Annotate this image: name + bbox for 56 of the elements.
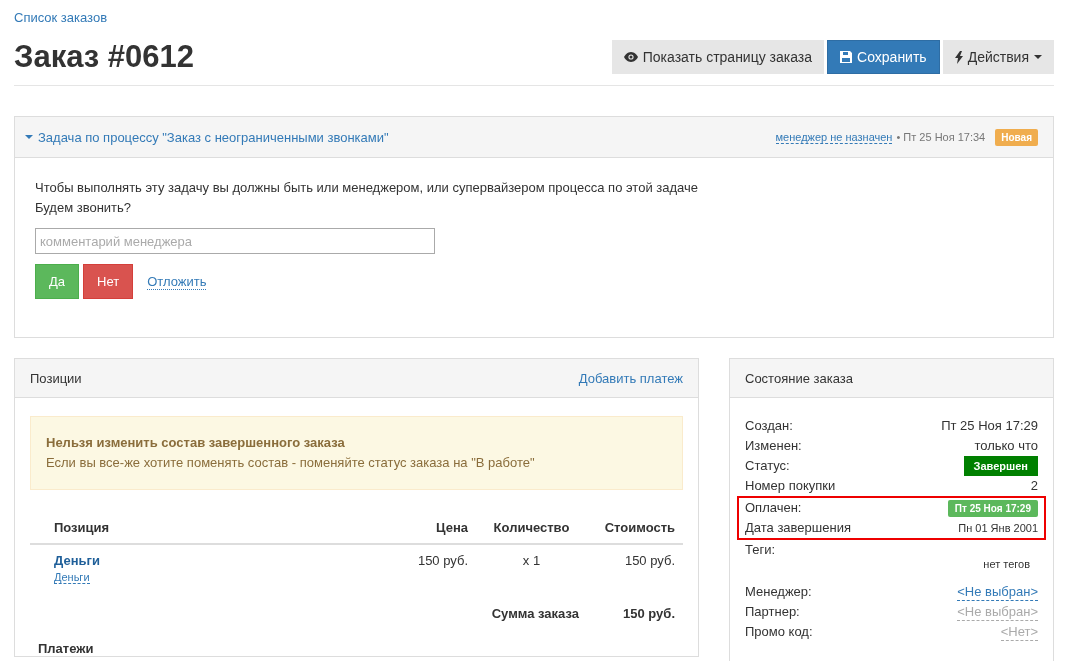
- page-title: Заказ #0612: [14, 39, 195, 75]
- column-header: Стоимость: [587, 512, 683, 544]
- item-variant-link[interactable]: Деньги: [54, 571, 90, 584]
- postpone-link[interactable]: Отложить: [137, 274, 207, 289]
- column-header: Количество: [476, 512, 587, 544]
- task-question: Будем звонить?: [35, 199, 133, 217]
- total-label: Сумма заказа: [490, 605, 580, 623]
- paid-date-badge: Пт 25 Ноя 17:29: [947, 499, 1038, 517]
- no-button[interactable]: Нет: [83, 264, 134, 299]
- add-payment-link[interactable]: Добавить платеж: [578, 370, 683, 386]
- status-label: Создан:: [745, 417, 793, 435]
- tags-value: нет тегов: [983, 557, 1030, 572]
- alert-title: Нельзя изменить состав завершенного заказа: [46, 434, 346, 452]
- column-header: Позиция: [30, 512, 390, 544]
- status-label: Дата завершения: [745, 519, 851, 537]
- caret-icon: [25, 135, 33, 139]
- view-page-button[interactable]: Показать страницу заказа: [611, 40, 825, 74]
- item-name-link[interactable]: Деньги: [54, 553, 382, 568]
- panel-title: Состояние заказа: [745, 370, 853, 386]
- status-label: Статус:: [745, 457, 790, 475]
- status-value: Пт 25 Ноя 17:29: [941, 417, 1038, 435]
- lightning-bolt-icon: [954, 50, 963, 64]
- payments-heading: Платежи: [38, 641, 95, 656]
- status-label: Менеджер:: [745, 583, 812, 601]
- status-value: только что: [974, 437, 1038, 455]
- column-header: Цена: [390, 512, 476, 544]
- save-button[interactable]: Сохранить: [827, 40, 940, 74]
- actions-dropdown-button[interactable]: Действия: [942, 40, 1054, 74]
- task-message: Чтобы выполнять эту задачу вы должны быть или менеджером, или супервайзером процесса по этой задаче: [35, 179, 699, 197]
- yes-button[interactable]: Да: [35, 264, 80, 299]
- status-value: 2: [1030, 477, 1038, 495]
- alert-text: Если вы все-же хотите поменять состав - поменяйте статус заказа на "В работе": [46, 455, 535, 470]
- caret-icon: [1034, 55, 1042, 59]
- eye-icon: [623, 52, 638, 62]
- status-link[interactable]: <Не выбран>: [957, 603, 1038, 621]
- table-cell: 150 руб.: [587, 544, 683, 592]
- task-time: • Пт 25 Ноя 17:34: [896, 131, 986, 143]
- table-cell: 150 руб.: [390, 544, 476, 592]
- status-label: Изменен:: [745, 437, 802, 455]
- total-value: 150 руб.: [622, 605, 676, 623]
- status-label: Номер покупки: [745, 477, 836, 495]
- task-title-link[interactable]: Задача по процессу "Заказ с неограниченными звонками": [25, 129, 389, 145]
- status-badge: Завершен: [963, 456, 1038, 476]
- table-cell: x 1: [476, 544, 587, 592]
- status-label: Промо код:: [745, 623, 813, 641]
- comment-field[interactable]: комментарий менеджера: [35, 228, 435, 254]
- breadcrumb-link[interactable]: Список заказов: [14, 10, 108, 25]
- status-label: Партнер:: [745, 603, 800, 621]
- status-link[interactable]: <Нет>: [1000, 623, 1038, 641]
- manager-link[interactable]: менеджер не назначен: [775, 130, 893, 144]
- status-label: Оплачен:: [745, 499, 802, 517]
- status-label: Теги:: [745, 541, 776, 559]
- status-value: Пн 01 Янв 2001: [958, 521, 1038, 536]
- status-link[interactable]: <Не выбран>: [957, 583, 1038, 601]
- panel-title: Позиции: [30, 370, 82, 386]
- task-status-badge: Новая: [995, 128, 1038, 146]
